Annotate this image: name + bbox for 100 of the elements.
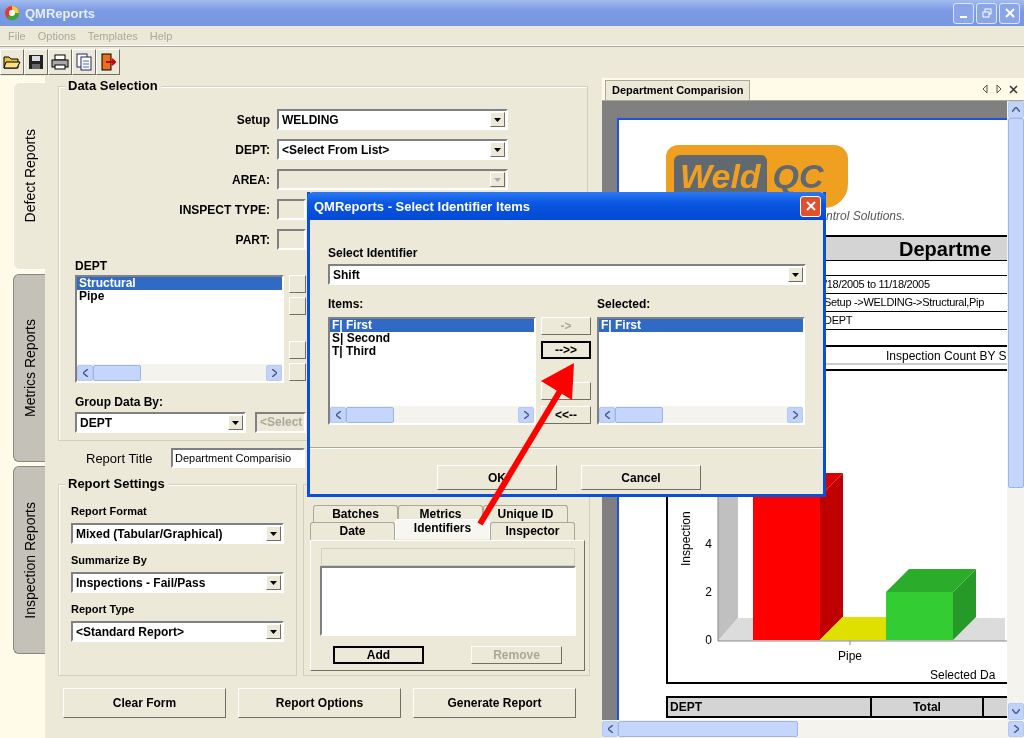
action-button[interactable]: Generate Report: [413, 688, 576, 718]
toolbar-button[interactable]: [48, 48, 72, 75]
report-info-text: /18/2005 to 11/18/2005: [824, 278, 930, 290]
list-label: Selected:: [597, 297, 652, 311]
horizontal-scrollbar[interactable]: [602, 720, 1024, 738]
horizontal-scrollbar[interactable]: [330, 406, 534, 423]
vertical-scrollbar[interactable]: [1007, 101, 1024, 720]
report-heading: Departme: [899, 238, 992, 260]
dropdown-button[interactable]: [228, 415, 243, 430]
toolbar-button[interactable]: [0, 48, 24, 75]
scroll-thumb[interactable]: [93, 364, 141, 381]
tab[interactable]: Inspector: [490, 522, 575, 540]
axis-tick-label: 2: [705, 585, 712, 599]
tab[interactable]: Identifiers: [395, 519, 490, 539]
scroll-thumb[interactable]: [1007, 118, 1024, 488]
list-item[interactable]: F| First: [330, 319, 534, 332]
caret-icon: [494, 177, 501, 182]
dropdown-button[interactable]: [490, 142, 505, 157]
list-item[interactable]: F| First: [599, 319, 803, 332]
scroll-right-button[interactable]: [787, 406, 803, 423]
dropdown-field[interactable]: Mixed (Tabular/Graphical): [71, 523, 284, 544]
list-box[interactable]: [319, 566, 576, 636]
side-tab[interactable]: Metrics Reports: [13, 274, 45, 462]
button[interactable]: Add: [333, 646, 424, 664]
side-tab[interactable]: Defect Reports: [13, 82, 45, 270]
group-title: Data Selection: [65, 78, 161, 93]
scroll-thumb[interactable]: [346, 406, 394, 423]
move-button[interactable]: [289, 275, 306, 293]
move-button[interactable]: -->>: [541, 341, 591, 359]
restore-icon: [981, 8, 992, 18]
scroll-thumb[interactable]: [618, 721, 798, 737]
list-item[interactable]: T| Third: [330, 345, 534, 358]
close-icon: [805, 201, 816, 211]
move-button[interactable]: [289, 341, 306, 359]
list-box[interactable]: Structural Pipe: [75, 275, 284, 383]
field-label: Group Data By:: [75, 395, 164, 409]
table-header-cell: DEPT: [668, 698, 872, 716]
scroll-thumb[interactable]: [615, 406, 663, 423]
category-label: Pipe: [838, 649, 862, 663]
axis-title: Selected Da: [930, 668, 996, 682]
side-tab[interactable]: Inspection Reports: [13, 466, 45, 654]
window-title: QMReports: [25, 5, 96, 21]
dialog-title: QMReports - Select Identifier Items: [314, 198, 530, 214]
field-label: INSPECT TYPE:: [178, 202, 270, 217]
dropdown-field[interactable]: Inspections - Fail/Pass: [71, 572, 284, 593]
caret-icon: [270, 531, 277, 536]
scroll-left-button[interactable]: [602, 721, 618, 737]
chart-caption: Inspection Count BY S: [886, 349, 1007, 363]
list-box[interactable]: F| First S| Second T| Third: [328, 317, 536, 425]
caret-icon: [494, 117, 501, 122]
horizontal-scrollbar[interactable]: [599, 406, 803, 423]
dropdown-button[interactable]: [266, 624, 281, 639]
move-button[interactable]: [289, 363, 306, 381]
close-icon[interactable]: [1009, 84, 1018, 94]
list-item[interactable]: Structural: [77, 277, 282, 290]
list-item[interactable]: S| Second: [330, 332, 534, 345]
tab[interactable]: Unique ID: [483, 505, 568, 523]
toolbar-button[interactable]: [24, 48, 48, 75]
dropdown-button[interactable]: [266, 526, 281, 541]
tab[interactable]: Batches: [313, 505, 398, 523]
action-button[interactable]: Report Options: [238, 688, 401, 718]
field-label: DEPT:: [234, 142, 270, 157]
toolbar-button[interactable]: [96, 48, 120, 75]
dropdown-button[interactable]: [490, 112, 505, 127]
dropdown-field[interactable]: <Standard Report>: [71, 621, 284, 642]
scroll-right-button[interactable]: [1008, 721, 1024, 737]
dropdown-button[interactable]: [788, 267, 803, 282]
caret-icon: [494, 147, 501, 152]
list-label: Items:: [328, 297, 365, 311]
dropdown-field[interactable]: Shift: [328, 264, 806, 285]
dropdown-button[interactable]: [266, 575, 281, 590]
move-button[interactable]: [289, 297, 306, 315]
list-item[interactable]: Pipe: [77, 290, 282, 303]
tab[interactable]: Date: [310, 522, 395, 540]
dropdown-field[interactable]: DEPT: [75, 412, 246, 433]
scroll-left-icon[interactable]: [981, 84, 989, 94]
field-label: Select Identifier: [328, 246, 419, 260]
list-label: DEPT: [75, 259, 108, 273]
list-box[interactable]: F| First: [597, 317, 805, 425]
field-label: Setup: [235, 112, 270, 127]
scroll-left-button[interactable]: [599, 406, 615, 423]
scroll-right-button[interactable]: [518, 406, 534, 423]
dropdown-field[interactable]: WELDING: [277, 109, 508, 130]
scroll-right-button[interactable]: [266, 364, 282, 381]
table-header-cell: Total: [872, 698, 984, 716]
scroll-left-button[interactable]: [330, 406, 346, 423]
action-button[interactable]: Clear Form: [63, 688, 226, 718]
scroll-left-button[interactable]: [77, 364, 93, 381]
dialog-button[interactable]: Cancel: [581, 465, 701, 490]
input-field[interactable]: Department Comparisio: [171, 448, 305, 468]
axis-tick-label: 0: [705, 633, 712, 647]
scroll-up-button[interactable]: [1007, 101, 1024, 118]
horizontal-scrollbar[interactable]: [77, 364, 282, 381]
dropdown-field[interactable]: <Select From List>: [277, 139, 508, 160]
scroll-down-button[interactable]: [1007, 703, 1024, 720]
scroll-right-icon[interactable]: [995, 84, 1003, 94]
printer-icon: [51, 53, 69, 70]
caret-icon: [270, 580, 277, 585]
field-label: Report Format: [71, 505, 148, 519]
document-tab[interactable]: Department Comparision: [605, 80, 751, 100]
